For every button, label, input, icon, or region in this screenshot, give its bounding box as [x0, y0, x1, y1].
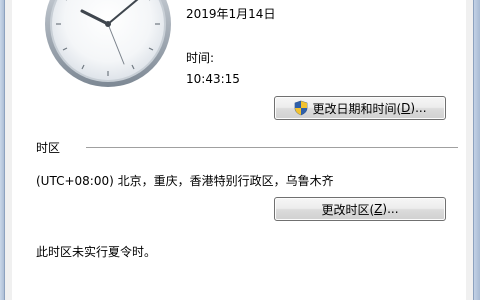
current-date: 2019年1月14日: [186, 7, 276, 21]
date-time-panel: 2019年1月14日 时间: 10:43:15 更改日期和时间(D)... 时区…: [12, 0, 466, 300]
timezone-divider: [86, 147, 458, 148]
timezone-section-title: 时区: [36, 141, 61, 155]
dst-note: 此时区未实行夏令时。: [36, 245, 157, 259]
change-date-time-accel: D: [401, 101, 411, 115]
change-timezone-accel: Z: [374, 202, 383, 216]
window-frame-right: [473, 0, 480, 300]
uac-shield-icon: [295, 100, 308, 116]
current-timezone: (UTC+08:00) 北京，重庆，香港特别行政区，乌鲁木齐: [36, 174, 334, 188]
current-time: 10:43:15: [186, 72, 240, 86]
change-date-time-suffix: )...: [410, 101, 427, 115]
change-timezone-suffix: )...: [382, 202, 399, 216]
change-date-time-button[interactable]: 更改日期和时间(D)...: [274, 96, 446, 120]
time-label: 时间:: [186, 51, 215, 65]
change-timezone-label: 更改时区(: [321, 202, 375, 217]
analog-clock-icon: [45, 0, 171, 87]
window-frame-left: [0, 0, 5, 300]
change-date-time-label: 更改日期和时间(: [312, 101, 402, 116]
change-timezone-button[interactable]: 更改时区(Z)...: [274, 197, 446, 221]
